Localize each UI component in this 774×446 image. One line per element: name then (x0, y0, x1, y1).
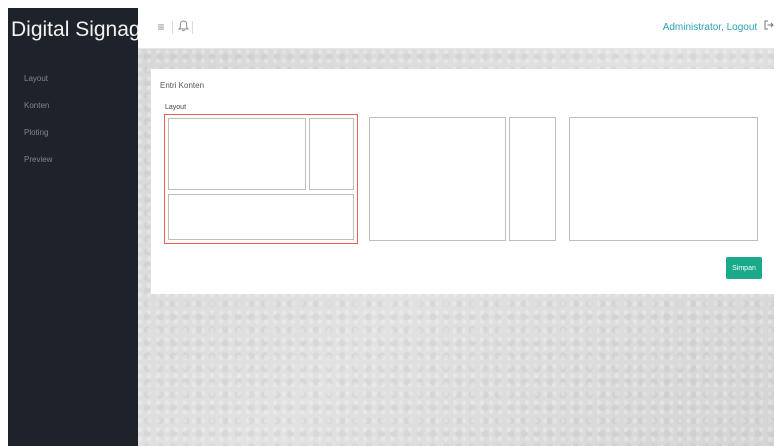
entri-konten-panel: Entri Konten Layout Simpan (151, 69, 774, 294)
sidebar-item-preview[interactable]: Preview (8, 153, 138, 180)
user-menu: Administrator, Logout (663, 20, 774, 36)
layout-cell[interactable] (309, 118, 354, 190)
bell-icon[interactable] (176, 20, 190, 34)
sidebar-nav: Layout Konten Ploting Preview (8, 72, 138, 180)
layout-option-3[interactable] (569, 117, 758, 241)
layout-label: Layout (165, 104, 187, 111)
hamburger-menu-icon[interactable]: ≡ (154, 20, 168, 34)
topbar-divider (192, 21, 193, 34)
sidebar: Digital Signage Layout Konten Ploting Pr… (8, 8, 138, 446)
layout-option-1[interactable] (164, 114, 358, 244)
layout-option-2[interactable] (369, 117, 556, 241)
logout-icon[interactable] (764, 20, 774, 33)
layout-cell[interactable] (369, 117, 506, 241)
topbar-divider (172, 21, 173, 34)
sidebar-item-layout[interactable]: Layout (8, 72, 138, 99)
sidebar-item-konten[interactable]: Konten (8, 99, 138, 126)
top-bar: ≡ Administrator, Logout (138, 8, 774, 49)
layout-cell[interactable] (569, 117, 758, 241)
user-name-link[interactable]: Administrator, (663, 22, 724, 33)
sidebar-item-ploting[interactable]: Ploting (8, 126, 138, 153)
layout-cell[interactable] (168, 194, 354, 240)
brand-title[interactable]: Digital Signage (8, 8, 138, 52)
save-button[interactable]: Simpan (726, 257, 762, 279)
logout-link[interactable]: Logout (727, 22, 758, 33)
app-window: Digital Signage Layout Konten Ploting Pr… (8, 8, 774, 446)
main-content: Entri Konten Layout Simpan (138, 49, 774, 446)
layout-cell[interactable] (168, 118, 306, 190)
panel-title: Entri Konten (160, 81, 205, 90)
layout-cell[interactable] (509, 117, 556, 241)
